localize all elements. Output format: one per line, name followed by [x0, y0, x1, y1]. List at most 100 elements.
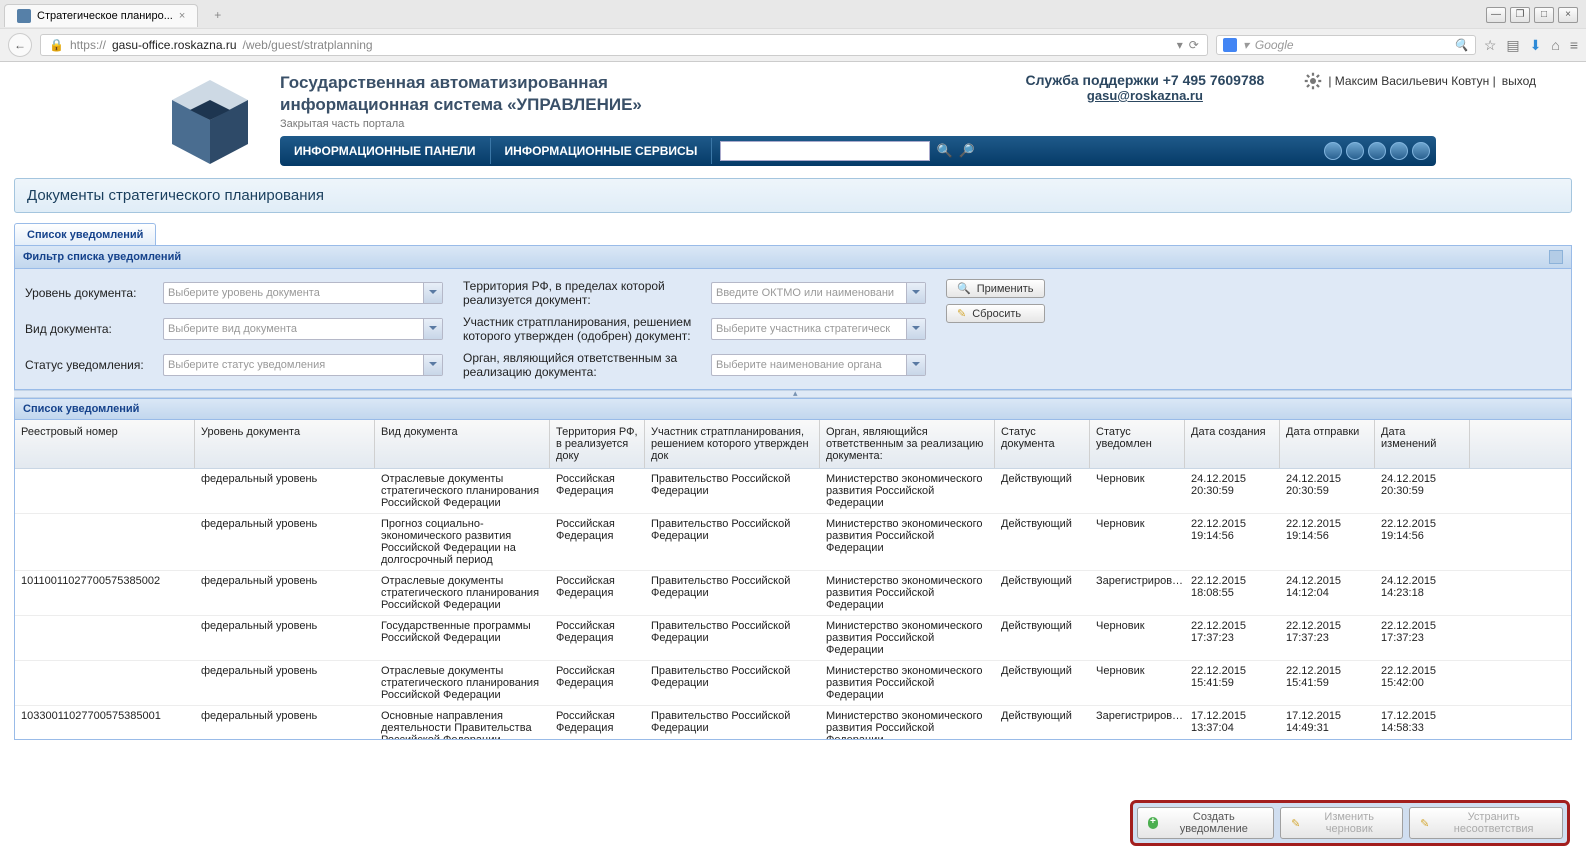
search-go-icon[interactable]: 🔍 — [1454, 38, 1469, 52]
grid-header-col-4[interactable]: Участник стратпланирования, решением кот… — [645, 420, 820, 468]
grid-header-col-0[interactable]: Реестровый номер — [15, 420, 195, 468]
collapse-icon[interactable] — [1549, 250, 1563, 264]
grid-header-col-9[interactable]: Дата отправки — [1280, 420, 1375, 468]
grid-header-col-1[interactable]: Уровень документа — [195, 420, 375, 468]
table-cell: Правительство Российской Федерации — [645, 706, 820, 739]
table-cell: 22.12.2015 18:08:55 — [1185, 571, 1280, 615]
table-cell: Черновик — [1090, 616, 1185, 660]
browser-right-icons: ☆ ▤ ⬇ ⌂ ≡ — [1484, 37, 1578, 54]
table-cell: Действующий — [995, 571, 1090, 615]
url-prefix: https:// — [70, 38, 106, 52]
bookmark-icon[interactable]: ☆ — [1484, 37, 1497, 54]
grid-header-col-8[interactable]: Дата создания — [1185, 420, 1280, 468]
menu-icon[interactable]: ≡ — [1570, 37, 1578, 53]
dropdown-history-icon[interactable]: ▾ — [1177, 38, 1183, 52]
table-cell: 17.12.2015 14:49:31 — [1280, 706, 1375, 739]
browser-tab[interactable]: Стратегическое планиро... × — [4, 4, 198, 27]
table-cell: 24.12.2015 20:30:59 — [1280, 469, 1375, 513]
create-notification-button[interactable]: Создать уведомление — [1137, 807, 1274, 839]
user-name: | Максим Васильевич Ковтун | — [1328, 74, 1495, 88]
grid-header-col-3[interactable]: Территория РФ, в реализуется доку — [550, 420, 645, 468]
nav-pill-1[interactable] — [1324, 142, 1342, 160]
table-row[interactable]: федеральный уровеньОтраслевые документы … — [15, 661, 1571, 706]
table-cell: Действующий — [995, 661, 1090, 705]
browser-search-bar[interactable]: ▾ Google 🔍 — [1216, 35, 1476, 55]
apply-button[interactable]: 🔍Применить — [946, 279, 1045, 298]
grid-header-col-5[interactable]: Орган, являющийся ответственным за реали… — [820, 420, 995, 468]
table-row[interactable]: 10110011027700575385002федеральный урове… — [15, 571, 1571, 616]
nav-search-icon[interactable]: 🔍 — [936, 143, 952, 159]
nav-pill-2[interactable] — [1346, 142, 1364, 160]
window-restore-button[interactable]: ❐ — [1510, 7, 1530, 23]
support-email-link[interactable]: gasu@roskazna.ru — [1026, 88, 1265, 103]
combo-participant[interactable]: Выберите участника стратегическ — [711, 318, 926, 340]
label-notif-status: Статус уведомления: — [25, 358, 155, 372]
table-row[interactable]: федеральный уровеньОтраслевые документы … — [15, 469, 1571, 514]
nav-info-services[interactable]: ИНФОРМАЦИОННЫЕ СЕРВИСЫ — [491, 138, 713, 164]
table-row[interactable]: 10330011027700575385001федеральный урове… — [15, 706, 1571, 739]
nav-pill-4[interactable] — [1390, 142, 1408, 160]
table-row[interactable]: федеральный уровеньГосударственные прогр… — [15, 616, 1571, 661]
table-cell: Министерство экономического развития Рос… — [820, 706, 995, 739]
table-cell: Действующий — [995, 706, 1090, 739]
table-cell: 22.12.2015 17:37:23 — [1375, 616, 1470, 660]
page-title: Документы стратегического планирования — [14, 178, 1572, 213]
combo-organ[interactable]: Выберите наименование органа — [711, 354, 926, 376]
table-cell: 10330011027700575385001 — [15, 706, 195, 739]
new-tab-button[interactable]: + — [206, 6, 229, 24]
reset-button[interactable]: ✎Сбросить — [946, 304, 1045, 323]
table-cell: Зарегистриров… — [1090, 706, 1185, 739]
nav-search-input[interactable] — [720, 141, 930, 161]
home-icon[interactable]: ⌂ — [1551, 37, 1559, 53]
gear-icon[interactable] — [1304, 72, 1322, 90]
combo-doc-level[interactable]: Выберите уровень документа — [163, 282, 443, 304]
reader-icon[interactable]: ▤ — [1506, 37, 1519, 54]
tab-close-icon[interactable]: × — [179, 10, 185, 22]
fix-inconsistencies-button[interactable]: ✎Устранить несоответствия — [1409, 807, 1563, 839]
grid-header-col-10[interactable]: Дата изменений — [1375, 420, 1470, 468]
grid-header-col-7[interactable]: Статус уведомлен — [1090, 420, 1185, 468]
tab-notifications-list[interactable]: Список уведомлений — [14, 223, 156, 245]
window-maximize-button[interactable]: □ — [1534, 7, 1554, 23]
window-minimize-button[interactable]: — — [1486, 7, 1506, 23]
table-cell: Государственные программы Российской Фед… — [375, 616, 550, 660]
combo-notif-status[interactable]: Выберите статус уведомления — [163, 354, 443, 376]
bottom-action-bar: Создать уведомление ✎Изменить черновик ✎… — [1130, 800, 1570, 846]
table-cell: Черновик — [1090, 661, 1185, 705]
table-cell — [15, 661, 195, 705]
combo-territory[interactable]: Введите ОКТМО или наименовани — [711, 282, 926, 304]
filter-panel-title: Фильтр списка уведомлений — [23, 251, 181, 263]
chevron-down-icon — [912, 326, 920, 334]
url-bar[interactable]: 🔒 https://gasu-office.roskazna.ru/web/gu… — [40, 34, 1208, 56]
favicon-icon — [17, 9, 31, 23]
nav-back-button[interactable]: ← — [8, 33, 32, 57]
table-row[interactable]: федеральный уровеньПрогноз социально-эко… — [15, 514, 1571, 571]
logout-link[interactable]: выход — [1502, 74, 1536, 88]
combo-doc-type[interactable]: Выберите вид документа — [163, 318, 443, 340]
table-cell: Правительство Российской Федерации — [645, 616, 820, 660]
combo-notif-status-placeholder: Выберите статус уведомления — [168, 359, 325, 371]
table-cell: 24.12.2015 14:12:04 — [1280, 571, 1375, 615]
nav-info-panels[interactable]: ИНФОРМАЦИОННЫЕ ПАНЕЛИ — [280, 138, 491, 164]
grid-header-col-6[interactable]: Статус документа — [995, 420, 1090, 468]
splitter-handle[interactable] — [14, 390, 1572, 398]
downloads-icon[interactable]: ⬇ — [1530, 37, 1542, 54]
table-cell: федеральный уровень — [195, 514, 375, 570]
grid-body[interactable]: федеральный уровеньОтраслевые документы … — [15, 469, 1571, 739]
table-cell: Зарегистриров… — [1090, 571, 1185, 615]
combo-doc-type-placeholder: Выберите вид документа — [168, 323, 297, 335]
combo-organ-placeholder: Выберите наименование органа — [716, 359, 882, 371]
nav-pill-3[interactable] — [1368, 142, 1386, 160]
reload-icon[interactable]: ⟳ — [1189, 38, 1199, 52]
nav-pill-5[interactable] — [1412, 142, 1430, 160]
table-cell: 17.12.2015 13:37:04 — [1185, 706, 1280, 739]
site-title-line2: информационная система «УПРАВЛЕНИЕ» — [280, 94, 642, 116]
create-notification-label: Создать уведомление — [1164, 811, 1263, 835]
edit-draft-button[interactable]: ✎Изменить черновик — [1280, 807, 1403, 839]
table-cell: 24.12.2015 14:23:18 — [1375, 571, 1470, 615]
grid-header-col-2[interactable]: Вид документа — [375, 420, 550, 468]
url-host: gasu-office.roskazna.ru — [112, 38, 237, 52]
nav-search-person-icon[interactable]: 🔎 — [959, 143, 975, 159]
table-cell: 24.12.2015 20:30:59 — [1375, 469, 1470, 513]
window-close-button[interactable]: × — [1558, 7, 1578, 23]
